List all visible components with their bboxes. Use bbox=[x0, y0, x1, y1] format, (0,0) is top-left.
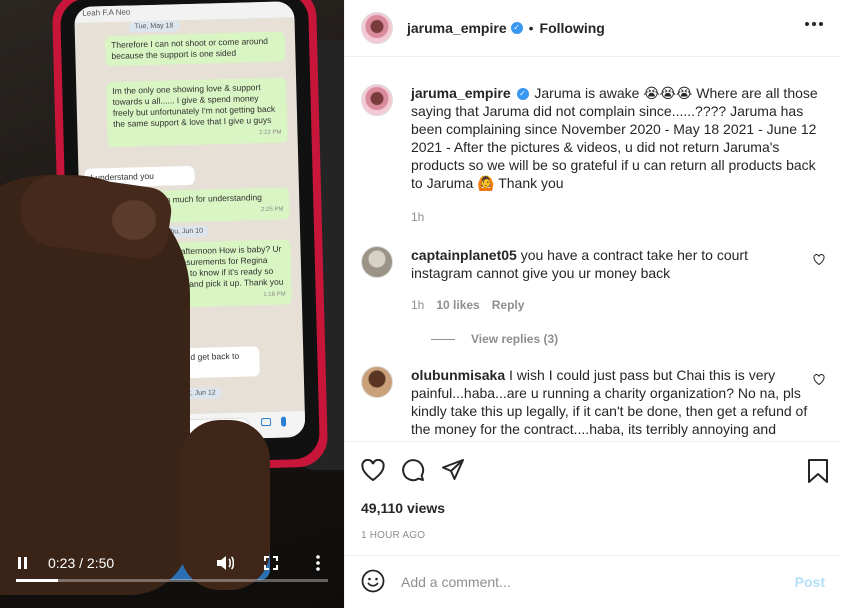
heart-icon bbox=[361, 458, 385, 481]
avatar[interactable] bbox=[361, 366, 393, 398]
heart-icon bbox=[813, 254, 825, 266]
video-player[interactable]: Leah F.A Neo Tue, May 18 Therefore I can… bbox=[0, 0, 344, 608]
comment-age: 1h bbox=[411, 298, 425, 312]
following-button[interactable]: Following bbox=[540, 20, 605, 36]
comment: captainplanet05 you have a contract take… bbox=[361, 246, 825, 314]
video-frame: Leah F.A Neo Tue, May 18 Therefore I can… bbox=[0, 0, 344, 608]
separator-dot: • bbox=[528, 20, 534, 36]
comments-list: jaruma_empire ✓ Jaruma is awake 😭😭😭 Wher… bbox=[345, 58, 841, 441]
pause-button[interactable] bbox=[18, 554, 30, 572]
share-button[interactable] bbox=[441, 458, 481, 485]
view-replies-button[interactable]: View replies (3) bbox=[431, 332, 825, 346]
camera-icon bbox=[260, 417, 272, 427]
fullscreen-button[interactable] bbox=[264, 554, 278, 572]
comment-icon bbox=[402, 458, 425, 481]
add-comment-bar: Post bbox=[345, 555, 841, 608]
video-more-button[interactable] bbox=[316, 554, 320, 572]
caption-age: 1h bbox=[411, 210, 425, 224]
comment: olubunmisaka I wish I could just pass bu… bbox=[361, 366, 825, 438]
comment-like-button[interactable] bbox=[813, 374, 825, 388]
more-vertical-icon bbox=[316, 555, 320, 571]
chat-date-pill: Tue, May 18 bbox=[128, 20, 180, 33]
volume-button[interactable] bbox=[216, 554, 234, 572]
video-progress-bar[interactable] bbox=[16, 579, 328, 582]
instagram-post-modal: Leah F.A Neo Tue, May 18 Therefore I can… bbox=[0, 0, 841, 608]
fullscreen-icon bbox=[264, 556, 278, 570]
avatar[interactable] bbox=[361, 12, 393, 44]
heart-icon bbox=[813, 374, 825, 386]
caption: jaruma_empire ✓ Jaruma is awake 😭😭😭 Wher… bbox=[361, 84, 825, 226]
post-sidebar: jaruma_empire ✓ • Following jaruma_empir… bbox=[344, 0, 841, 608]
save-button[interactable] bbox=[807, 458, 829, 487]
chat-bubble: Therefore I can not shoot or come around… bbox=[104, 31, 286, 67]
comment-username[interactable]: olubunmisaka bbox=[411, 367, 505, 383]
pause-icon bbox=[18, 557, 21, 569]
avatar[interactable] bbox=[361, 246, 393, 278]
view-count[interactable]: 49,110 views bbox=[361, 500, 825, 516]
avatar[interactable] bbox=[361, 84, 393, 116]
comment-input[interactable] bbox=[401, 574, 795, 590]
bookmark-icon bbox=[808, 459, 828, 483]
video-controls: 0:23 / 2:50 bbox=[0, 548, 344, 608]
comment-button[interactable] bbox=[401, 458, 441, 485]
more-options-button[interactable] bbox=[802, 22, 823, 26]
post-header: jaruma_empire ✓ • Following bbox=[345, 0, 841, 57]
post-actions: 49,110 views 1 HOUR AGO bbox=[345, 441, 841, 555]
volume-icon bbox=[217, 556, 234, 570]
emoji-icon bbox=[361, 569, 385, 592]
post-button[interactable]: Post bbox=[795, 574, 825, 590]
video-progress-fill bbox=[16, 579, 59, 582]
reply-button[interactable]: Reply bbox=[492, 296, 525, 314]
post-timestamp[interactable]: 1 HOUR AGO bbox=[361, 530, 825, 541]
microphone-icon bbox=[280, 416, 287, 427]
chat-bubble: Im the only one showing love & support t… bbox=[106, 77, 288, 148]
verified-badge-icon: ✓ bbox=[516, 88, 529, 101]
caption-username[interactable]: jaruma_empire bbox=[411, 85, 511, 101]
emoji-button[interactable] bbox=[361, 569, 385, 596]
comment-username[interactable]: captainplanet05 bbox=[411, 247, 517, 263]
video-time: 0:23 / 2:50 bbox=[48, 555, 115, 571]
send-icon bbox=[442, 458, 464, 480]
verified-badge-icon: ✓ bbox=[510, 22, 523, 34]
more-horizontal-icon bbox=[805, 22, 809, 26]
chat-header: Leah F.A Neo bbox=[74, 1, 295, 23]
comment-like-button[interactable] bbox=[813, 254, 825, 268]
header-username[interactable]: jaruma_empire bbox=[407, 20, 507, 36]
comment-likes[interactable]: 10 likes bbox=[436, 296, 479, 314]
like-button[interactable] bbox=[361, 458, 401, 484]
